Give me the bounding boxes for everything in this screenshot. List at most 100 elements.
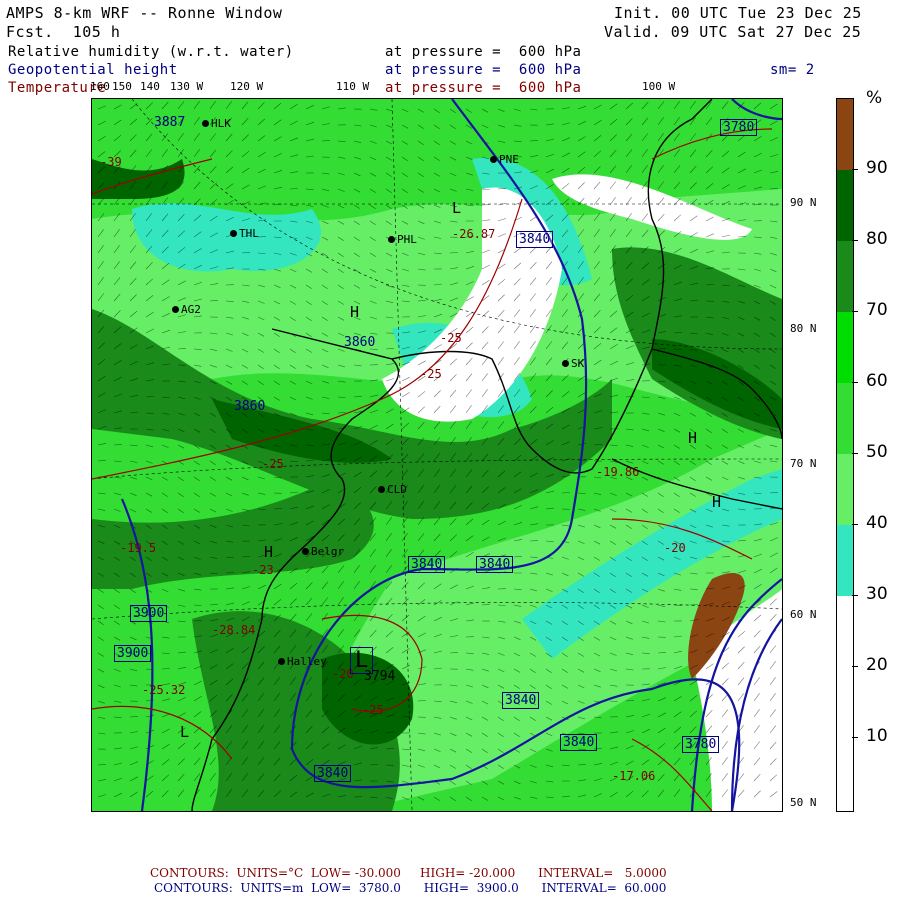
field-height-label: Geopotential height [8,62,178,78]
field-rh-label: Relative humidity (w.r.t. water) [8,44,294,60]
colorbar-tick [852,595,858,596]
station-thl: THL [230,227,259,240]
high-marker: H [712,493,722,511]
smoothing-label: sm= 2 [770,62,815,78]
station-label: SK [571,357,585,370]
colorbar-tick [852,240,858,241]
station-dot-icon [490,156,497,163]
contour-label: 3860 [344,335,376,350]
temp-label: -25 [420,367,442,381]
temp-label: -25 [440,331,462,345]
temp-label: -25.32 [142,683,186,697]
colorbar-tick [852,524,858,525]
temp-label: -28.84 [212,623,256,637]
station-belgr: Belgr [302,545,344,558]
contour-label: 3780 [720,119,758,136]
colorbar-tick [852,311,858,312]
temp-label: -25 [362,703,384,717]
temp-label: -26.87 [452,227,496,241]
contour-label: 3840 [476,556,514,573]
station-label: PNE [499,153,519,166]
temp-label: -23 [252,563,274,577]
lon-label: 130 W [170,80,204,93]
lat-label: 90 N [790,196,817,209]
low-marker: L [180,723,190,741]
temp-label: -19.86 [596,465,640,479]
lon-label: 150 [112,80,132,93]
station-sk: SK [562,357,584,370]
temp-label: -20 [664,541,686,555]
station-halley: Halley [278,655,327,668]
station-label: THL [239,227,259,240]
station-dot-icon [378,486,385,493]
high-marker: H [264,543,274,561]
colorbar-tick [852,737,858,738]
map-panel: 3840 3840 3840 3840 3840 3840 3780 3780 … [91,98,783,812]
temp-label: -39 [100,155,122,169]
colorbar-segment [837,241,853,312]
colorbar-tick [852,453,858,454]
colorbar-segment [837,596,853,811]
lat-label: 70 N [790,457,817,470]
init-time: Init. 00 UTC Tue 23 Dec 25 [614,4,862,22]
station-label: Belgr [311,545,345,558]
contour-label: 3840 [314,765,352,782]
colorbar-label: 30 [866,584,888,604]
station-dot-icon [388,236,395,243]
valid-time: Valid. 09 UTC Sat 27 Dec 25 [604,23,862,41]
station-dot-icon [230,230,237,237]
forecast-hour: Fcst. 105 h [6,23,121,41]
weather-map [92,99,782,811]
colorbar-label: 40 [866,513,888,533]
colorbar-segment [837,383,853,454]
lat-label: 80 N [790,322,817,335]
lon-label: 140 [140,80,160,93]
colorbar-segment [837,454,853,525]
colorbar-segment [837,312,853,383]
contour-label: 3780 [682,736,720,753]
temp-label: -19.5 [120,541,157,555]
colorbar-tick [852,382,858,383]
station-label: CLD [387,483,407,496]
high-marker: H [350,303,360,321]
colorbar-label: 20 [866,655,888,675]
colorbar-label: 80 [866,229,888,249]
colorbar-label: 60 [866,371,888,391]
colorbar-segment [837,99,853,170]
contour-label: 3840 [408,556,446,573]
model-title: AMPS 8-km WRF -- Ronne Window [6,4,283,22]
lat-label: 60 N [790,608,817,621]
colorbar-tick [852,169,858,170]
contour-label: 3900 [114,645,152,662]
contour-label: 3887 [154,115,186,130]
contour-label: 3900 [130,605,168,622]
high-marker: H [688,429,698,447]
contour-label: 3840 [502,692,540,709]
pressure-level-rh: at pressure = 600 hPa [385,44,582,60]
station-cld: CLD [378,483,407,496]
station-phl: PHL [388,233,417,246]
station-hlk: HLK [202,117,231,130]
pressure-level-height: at pressure = 600 hPa [385,62,582,78]
lon-label: 100 W [642,80,676,93]
lon-label: 110 W [336,80,370,93]
colorbar-label: 90 [866,158,888,178]
colorbar-tick [852,666,858,667]
colorbar-label: 50 [866,442,888,462]
station-label: HLK [211,117,231,130]
station-dot-icon [562,360,569,367]
contour-label: 3840 [560,734,598,751]
contour-label: 3860 [234,399,266,414]
colorbar-segment [837,170,853,241]
low-value: 3794 [364,669,396,684]
station-pne: PNE [490,153,519,166]
station-label: PHL [397,233,417,246]
station-dot-icon [278,658,285,665]
station-label: Halley [287,655,327,668]
station-dot-icon [302,548,309,555]
rh-colorbar [836,98,854,812]
station-dot-icon [172,306,179,313]
lon-label: 160 [90,80,110,93]
pressure-level-temp: at pressure = 600 hPa [385,80,582,96]
station-ag2: AG2 [172,303,201,316]
